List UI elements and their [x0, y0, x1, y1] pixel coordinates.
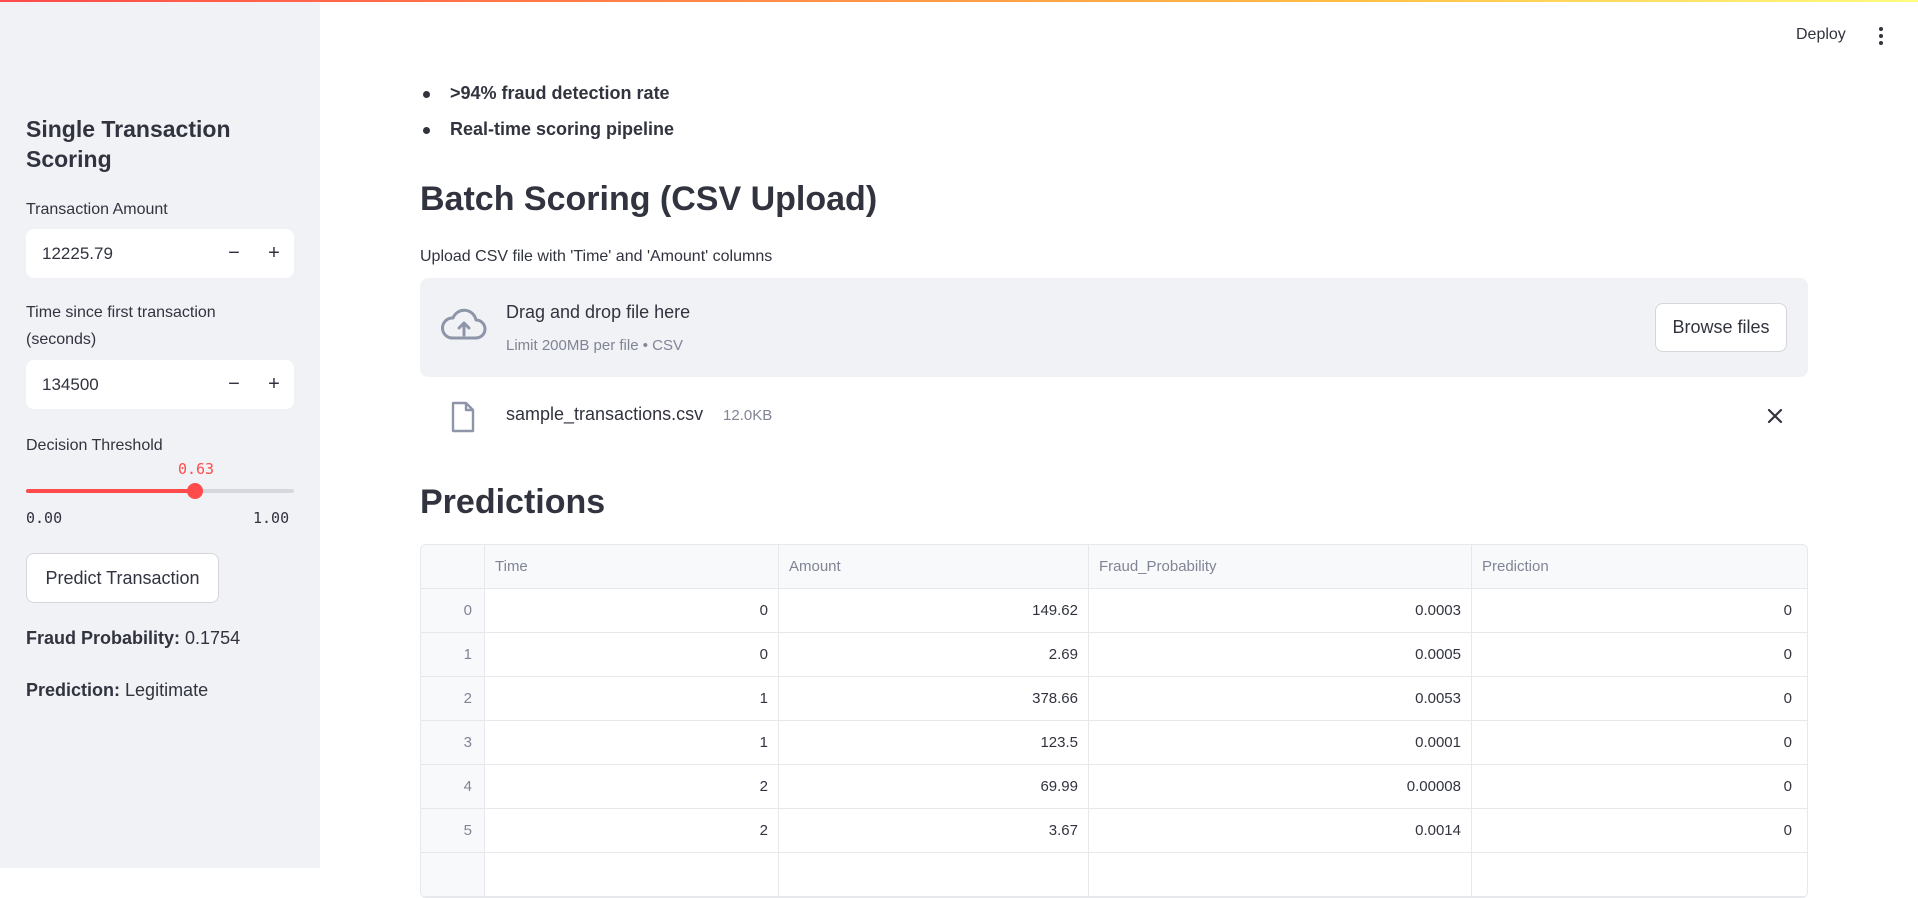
dropzone-subtitle: Limit 200MB per file • CSV	[506, 337, 683, 354]
table-cell[interactable]: 0	[1472, 721, 1802, 764]
threshold-value: 0.63	[177, 460, 215, 478]
cloud-upload-icon	[441, 308, 487, 340]
table-cell[interactable]: 149.62	[779, 589, 1089, 632]
browse-files-button[interactable]: Browse files	[1655, 303, 1787, 352]
table-cell[interactable]	[1472, 853, 1802, 896]
row-index: 4	[421, 765, 485, 808]
table-cell[interactable]: 378.66	[779, 677, 1089, 720]
time-input[interactable]: 134500 − +	[26, 360, 294, 409]
table-cell[interactable]: 69.99	[779, 765, 1089, 808]
table-cell[interactable]: 0	[1472, 765, 1802, 808]
list-item: >94% fraud detection rate	[420, 78, 674, 114]
file-size: 12.0KB	[723, 407, 773, 424]
table-row[interactable]: 0 0 149.62 0.0003 0	[421, 589, 1807, 633]
more-menu-icon[interactable]	[1874, 24, 1888, 48]
close-icon[interactable]	[1766, 407, 1784, 425]
table-cell[interactable]	[1089, 853, 1472, 896]
table-row[interactable]: 2 1 378.66 0.0053 0	[421, 677, 1807, 721]
batch-scoring-heading: Batch Scoring (CSV Upload)	[420, 180, 878, 218]
file-name: sample_transactions.csv	[506, 404, 704, 424]
table-cell[interactable]: 0	[1472, 677, 1802, 720]
amount-input[interactable]: 12225.79 − +	[26, 229, 294, 278]
upload-label: Upload CSV file with 'Time' and 'Amount'…	[420, 248, 773, 265]
predict-button[interactable]: Predict Transaction	[26, 553, 219, 603]
file-dropzone[interactable]: Drag and drop file here Limit 200MB per …	[420, 278, 1808, 377]
table-cell[interactable]: 0	[485, 633, 779, 676]
time-increment-button[interactable]: +	[254, 360, 294, 409]
predictions-heading: Predictions	[420, 483, 606, 521]
deploy-button[interactable]: Deploy	[1796, 26, 1846, 44]
amount-label: Transaction Amount	[26, 201, 168, 218]
table-cell[interactable]: 2.69	[779, 633, 1089, 676]
column-header[interactable]: Time	[485, 545, 779, 588]
time-value[interactable]: 134500	[26, 375, 214, 395]
fraud-probability: Fraud Probability: 0.1754	[26, 628, 240, 649]
row-index: 3	[421, 721, 485, 764]
table-cell[interactable]: 0	[1472, 809, 1802, 852]
table-row[interactable]	[421, 853, 1807, 897]
row-index: 1	[421, 633, 485, 676]
row-index: 0	[421, 589, 485, 632]
table-cell[interactable]: 0.0003	[1089, 589, 1472, 632]
table-cell[interactable]: 3.67	[779, 809, 1089, 852]
prediction-label: Prediction:	[26, 680, 121, 700]
table-cell[interactable]: 1	[485, 721, 779, 764]
threshold-slider-fill	[26, 489, 195, 493]
column-header[interactable]: Amount	[779, 545, 1089, 588]
table-cell[interactable]	[779, 853, 1089, 896]
table-cell[interactable]: 0.0005	[1089, 633, 1472, 676]
time-decrement-button[interactable]: −	[214, 360, 254, 409]
row-index	[421, 853, 485, 896]
table-cell[interactable]: 2	[485, 809, 779, 852]
index-header	[421, 545, 485, 588]
threshold-label: Decision Threshold	[26, 437, 163, 454]
table-cell[interactable]: 0.0053	[1089, 677, 1472, 720]
table-cell[interactable]: 123.5	[779, 721, 1089, 764]
uploaded-file: sample_transactions.csv 12.0KB	[420, 395, 1808, 437]
row-index: 5	[421, 809, 485, 852]
threshold-slider-thumb[interactable]	[186, 483, 203, 499]
table-cell[interactable]: 0.0001	[1089, 721, 1472, 764]
table-cell[interactable]: 0.0014	[1089, 809, 1472, 852]
table-cell[interactable]	[485, 853, 779, 896]
file-icon	[451, 401, 475, 433]
feature-list: >94% fraud detection rate Real-time scor…	[420, 78, 674, 150]
dropzone-title: Drag and drop file here	[506, 302, 691, 322]
list-item: Real-time scoring pipeline	[420, 114, 674, 150]
table-cell[interactable]: 0	[485, 589, 779, 632]
table-cell[interactable]: 0.00008	[1089, 765, 1472, 808]
table-row[interactable]: 3 1 123.5 0.0001 0	[421, 721, 1807, 765]
row-index: 2	[421, 677, 485, 720]
table-cell[interactable]: 2	[485, 765, 779, 808]
predictions-table[interactable]: Time Amount Fraud_Probability Prediction…	[420, 544, 1808, 898]
sidebar: Single Transaction Scoring Transaction A…	[0, 0, 320, 868]
threshold-max: 1.00	[253, 509, 290, 527]
amount-increment-button[interactable]: +	[254, 229, 294, 278]
threshold-min: 0.00	[26, 509, 63, 527]
time-label: Time since first transaction (seconds)	[26, 304, 216, 348]
top-decoration-bar	[0, 0, 1918, 2]
fraud-probability-value: 0.1754	[185, 628, 241, 648]
fraud-probability-label: Fraud Probability:	[26, 628, 181, 648]
table-cell[interactable]: 0	[1472, 589, 1802, 632]
amount-value[interactable]: 12225.79	[26, 244, 214, 264]
prediction-result: Prediction: Legitimate	[26, 680, 208, 701]
threshold-slider[interactable]	[26, 483, 294, 499]
table-cell[interactable]: 1	[485, 677, 779, 720]
sidebar-title: Single Transaction Scoring	[26, 116, 231, 172]
prediction-value: Legitimate	[125, 680, 209, 700]
column-header[interactable]: Fraud_Probability	[1089, 545, 1472, 588]
table-row[interactable]: 5 2 3.67 0.0014 0	[421, 809, 1807, 853]
column-header[interactable]: Prediction	[1472, 545, 1802, 588]
table-row[interactable]: 4 2 69.99 0.00008 0	[421, 765, 1807, 809]
table-header-row: Time Amount Fraud_Probability Prediction	[421, 545, 1807, 589]
table-cell[interactable]: 0	[1472, 633, 1802, 676]
amount-decrement-button[interactable]: −	[214, 229, 254, 278]
table-row[interactable]: 1 0 2.69 0.0005 0	[421, 633, 1807, 677]
